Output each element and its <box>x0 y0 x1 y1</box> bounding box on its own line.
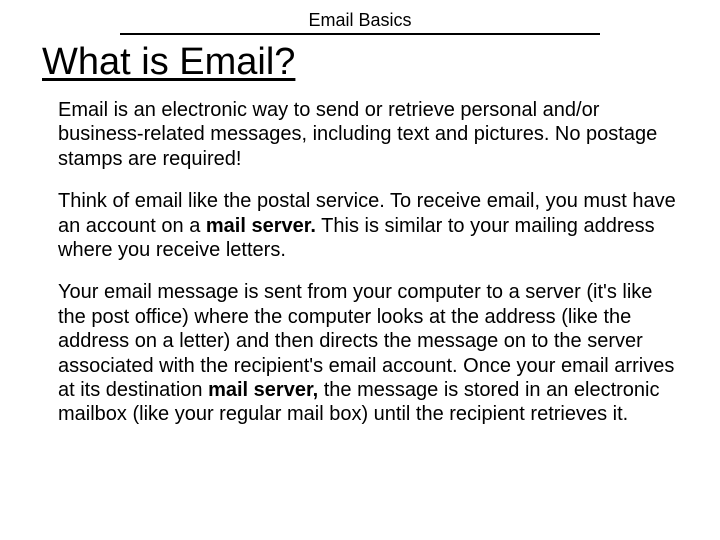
header-divider <box>120 33 600 35</box>
header-label: Email Basics <box>0 10 720 31</box>
body-content: Email is an electronic way to send or re… <box>58 98 680 427</box>
paragraph-2: Think of email like the postal service. … <box>58 189 680 262</box>
paragraph-1: Email is an electronic way to send or re… <box>58 98 680 171</box>
paragraph-2-bold: mail server. <box>206 215 316 237</box>
paragraph-3-bold: mail server, <box>208 379 318 401</box>
slide-header: Email Basics <box>0 10 720 35</box>
page-title: What is Email? <box>42 41 720 84</box>
paragraph-3: Your email message is sent from your com… <box>58 280 680 426</box>
